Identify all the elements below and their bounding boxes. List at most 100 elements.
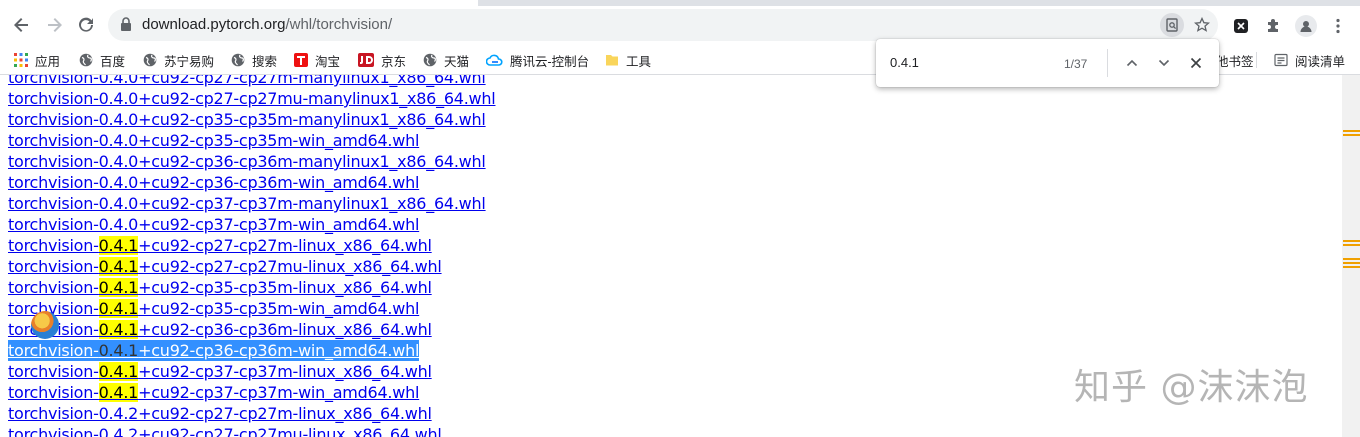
- file-link[interactable]: torchvision-0.4.0+cu92-cp35-cp35m-win_am…: [8, 130, 495, 151]
- list-item: torchvision-0.4.1+cu92-cp27-cp27mu-linux…: [8, 256, 495, 277]
- find-input[interactable]: [890, 55, 1050, 70]
- arrow-right-icon: [48, 18, 62, 32]
- file-link[interactable]: torchvision-0.4.2+cu92-cp27-cp27m-linux_…: [8, 403, 495, 424]
- bookmark-baidu[interactable]: 百度: [79, 50, 125, 70]
- bookmark-folder-tools[interactable]: 工具: [605, 50, 651, 70]
- file-link[interactable]: torchvision-0.4.2+cu92-cp27-cp27mu-linux…: [8, 424, 495, 437]
- file-link[interactable]: torchvision-0.4.0+cu92-cp36-cp36m-manyli…: [8, 151, 495, 172]
- bookmark-jd[interactable]: 京东: [358, 50, 406, 70]
- bookmark-label: 搜索: [252, 54, 278, 69]
- address-bar[interactable]: download.pytorch.org/whl/torchvision/: [108, 9, 1218, 41]
- file-link[interactable]: torchvision-0.4.1+cu92-cp27-cp27m-linux_…: [8, 235, 495, 256]
- reading-list-label: 阅读清单: [1295, 54, 1346, 69]
- extension-x-icon[interactable]: [1231, 16, 1251, 36]
- list-item: torchvision-0.4.0+cu92-cp36-cp36m-win_am…: [8, 172, 495, 193]
- list-item: torchvision-0.4.1+cu92-cp27-cp27m-linux_…: [8, 235, 495, 256]
- link-text-prefix: torchvision-: [8, 236, 99, 255]
- link-text-prefix: torchvision-0.4.2+cu92-cp27-cp27m-linux_…: [8, 404, 432, 423]
- bookmark-other[interactable]: 他书签: [1216, 50, 1254, 70]
- link-text-prefix: torchvision-0.4.0+cu92-cp35-cp35m-win_am…: [8, 131, 420, 150]
- file-link[interactable]: torchvision-0.4.0+cu92-cp27-cp27mu-manyl…: [8, 88, 496, 109]
- find-match-marker: [1343, 244, 1360, 246]
- arrow-left-icon: [14, 18, 28, 32]
- lock-icon[interactable]: [120, 17, 132, 36]
- file-link[interactable]: torchvision-0.4.0+cu92-cp35-cp35m-manyli…: [8, 109, 495, 130]
- globe-icon: [231, 53, 245, 67]
- file-link[interactable]: torchvision-0.4.0+cu92-cp37-cp37m-win_am…: [8, 214, 495, 235]
- file-link-active-match[interactable]: torchvision-0.4.1+cu92-cp36-cp36m-win_am…: [8, 340, 419, 361]
- link-text-prefix: torchvision-0.4.0+cu92-cp36-cp36m-win_am…: [8, 173, 420, 192]
- profile-avatar-icon[interactable]: [1295, 15, 1317, 37]
- link-text-prefix: torchvision-0.4.0+cu92-cp37-cp37m-win_am…: [8, 215, 420, 234]
- link-text-prefix: torchvision-0.4.0+cu92-cp37-cp37m-manyli…: [8, 194, 486, 213]
- list-item: torchvision-0.4.0+cu92-cp37-cp37m-win_am…: [8, 214, 495, 235]
- file-link[interactable]: torchvision-0.4.0+cu92-cp36-cp36m-win_am…: [8, 172, 495, 193]
- extensions-puzzle-icon[interactable]: [1263, 16, 1283, 36]
- link-text-prefix: torchvision-0.4.0+cu92-cp35-cp35m-manyli…: [8, 110, 486, 129]
- bookmark-label: 应用: [35, 54, 61, 69]
- bookmark-label: 百度: [100, 54, 126, 69]
- folder-icon: [605, 53, 619, 67]
- find-match-marker: [1343, 262, 1360, 264]
- file-link[interactable]: torchvision-0.4.1+cu92-cp27-cp27mu-linux…: [8, 256, 495, 277]
- close-icon: [1190, 57, 1202, 69]
- find-highlight: 0.4.1: [98, 299, 139, 318]
- find-bar: 1/37: [876, 39, 1219, 87]
- find-in-page-icon[interactable]: [1160, 13, 1184, 37]
- cloud-icon: [486, 53, 503, 67]
- reading-list-icon: [1274, 53, 1288, 67]
- vertical-scrollbar[interactable]: [1342, 75, 1360, 437]
- globe-icon: [79, 53, 93, 67]
- find-match-marker: [1343, 134, 1360, 136]
- list-item: torchvision-0.4.2+cu92-cp27-cp27m-linux_…: [8, 403, 495, 424]
- globe-icon: [423, 53, 437, 67]
- link-text-prefix: torchvision-0.4.0+cu92-cp36-cp36m-manyli…: [8, 152, 486, 171]
- back-button[interactable]: [11, 14, 33, 36]
- file-link-list: torchvision-0.4.0+cu92-cp27-cp27m-manyli…: [8, 75, 496, 437]
- bookmark-label: 苏宁易购: [164, 54, 215, 69]
- find-previous-button[interactable]: [1122, 53, 1142, 73]
- find-close-button[interactable]: [1186, 53, 1206, 73]
- find-highlight: 0.4.1: [98, 236, 139, 255]
- reload-button[interactable]: [75, 14, 97, 36]
- url-text[interactable]: download.pytorch.org/whl/torchvision/: [142, 16, 392, 33]
- file-link[interactable]: torchvision-0.4.1+cu92-cp37-cp37m-linux_…: [8, 361, 495, 382]
- forward-button[interactable]: [43, 14, 65, 36]
- watermark: 知乎 @沫沫泡: [1074, 367, 1309, 408]
- list-item: torchvision-0.4.0+cu92-cp27-cp27mu-manyl…: [8, 88, 496, 109]
- jd-icon: [358, 53, 374, 67]
- bookmark-star-icon[interactable]: [1192, 15, 1212, 35]
- bookmark-label: 腾讯云-控制台: [510, 54, 590, 69]
- find-match-marker: [1343, 240, 1360, 242]
- file-link[interactable]: torchvision-0.4.1+cu92-cp37-cp37m-win_am…: [8, 382, 495, 403]
- bookmark-suning[interactable]: 苏宁易购: [143, 50, 214, 70]
- globe-icon: [143, 53, 157, 67]
- find-highlight: 0.4.1: [98, 362, 139, 381]
- find-match-count: 1/37: [1064, 57, 1088, 71]
- bookmark-label: 天猫: [444, 54, 470, 69]
- apps-grid-icon: [14, 53, 28, 67]
- bookmark-apps[interactable]: 应用: [14, 50, 60, 70]
- file-link[interactable]: torchvision-0.4.0+cu92-cp37-cp37m-manyli…: [8, 193, 495, 214]
- bookmark-search[interactable]: 搜索: [231, 50, 277, 70]
- link-text-prefix: torchvision-0.4.0+cu92-cp27-cp27m-manyli…: [8, 75, 486, 87]
- find-highlight: 0.4.1: [98, 257, 139, 276]
- more-menu-icon[interactable]: [1328, 16, 1348, 36]
- list-item: torchvision-0.4.2+cu92-cp27-cp27mu-linux…: [8, 424, 495, 437]
- file-link[interactable]: torchvision-0.4.1+cu92-cp35-cp35m-linux_…: [8, 277, 495, 298]
- bookmark-tencent-cloud[interactable]: 腾讯云-控制台: [486, 50, 589, 70]
- link-text-prefix: torchvision-: [8, 257, 99, 276]
- file-link[interactable]: torchvision-0.4.1+cu92-cp36-cp36m-linux_…: [8, 319, 495, 340]
- bookmark-tmall[interactable]: 天猫: [423, 50, 469, 70]
- file-link[interactable]: torchvision-0.4.0+cu92-cp27-cp27m-manyli…: [8, 75, 495, 88]
- file-link[interactable]: torchvision-0.4.1+cu92-cp35-cp35m-win_am…: [8, 298, 495, 319]
- url-path: /whl/torchvision/: [285, 16, 393, 33]
- find-next-button[interactable]: [1154, 53, 1174, 73]
- link-text-prefix: torchvision-: [8, 362, 99, 381]
- taobao-icon: [294, 53, 308, 67]
- bookmark-taobao[interactable]: 淘宝: [294, 50, 340, 70]
- list-item: torchvision-0.4.0+cu92-cp36-cp36m-manyli…: [8, 151, 495, 172]
- link-text-prefix: torchvision-0.4.0+cu92-cp27-cp27mu-manyl…: [8, 89, 496, 108]
- reading-list-button[interactable]: 阅读清单: [1274, 50, 1345, 70]
- link-text-suffix: +cu92-cp35-cp35m-linux_x86_64.whl: [138, 278, 432, 297]
